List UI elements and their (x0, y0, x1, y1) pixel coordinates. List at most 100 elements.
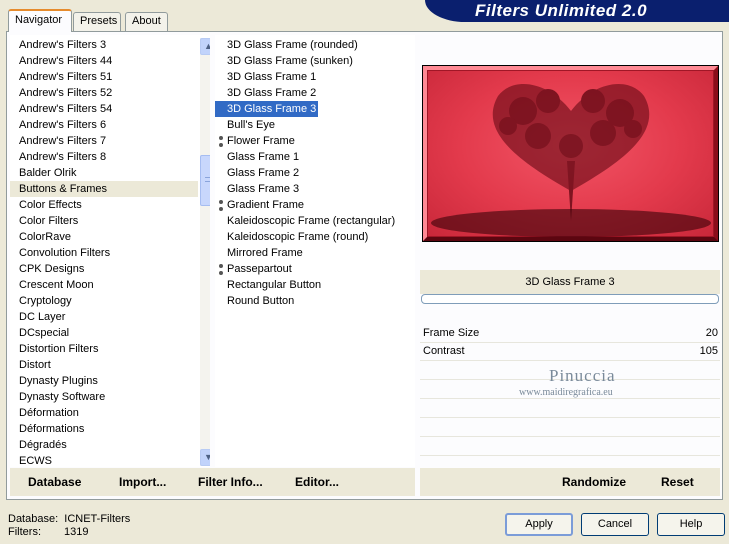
category-item[interactable]: Andrew's Filters 52 (10, 85, 198, 101)
import-button[interactable]: Import... (119, 475, 166, 489)
app-title-banner: Filters Unlimited 2.0 (425, 0, 729, 22)
category-item[interactable]: Convolution Filters (10, 245, 198, 261)
cancel-button[interactable]: Cancel (581, 513, 649, 536)
filter-item[interactable]: Bull's Eye (215, 117, 275, 133)
status-database-label: Database: (8, 513, 59, 525)
status-database: Database: ICNET-Filters (8, 513, 130, 525)
reset-button[interactable]: Reset (661, 475, 694, 489)
app-title: Filters Unlimited 2.0 (475, 1, 648, 20)
category-item[interactable]: ColorRave (10, 229, 198, 245)
filter-item[interactable]: Round Button (215, 293, 294, 309)
filter-item-label: Glass Frame 3 (227, 183, 300, 195)
category-item[interactable]: Color Filters (10, 213, 198, 229)
filter-item-label: Bull's Eye (227, 119, 275, 131)
filter-item[interactable]: Glass Frame 1 (215, 149, 299, 165)
filter-item[interactable]: Kaleidoscopic Frame (rectangular) (215, 213, 395, 229)
filter-item[interactable]: Passepartout (215, 261, 292, 277)
category-item[interactable]: Andrew's Filters 51 (10, 69, 198, 85)
category-item[interactable]: Balder Olrik (10, 165, 198, 181)
tab-navigator[interactable]: Navigator (8, 9, 72, 32)
filter-item-label: Glass Frame 1 (227, 151, 300, 163)
editor-button[interactable]: Editor... (295, 475, 339, 489)
status-database-value: ICNET-Filters (64, 513, 131, 525)
category-item[interactable]: Déformations (10, 421, 198, 437)
filter-item-label: Kaleidoscopic Frame (round) (227, 231, 369, 243)
filter-item[interactable]: Flower Frame (215, 133, 295, 149)
filter-item[interactable]: Mirrored Frame (215, 245, 303, 261)
filter-item-label: Glass Frame 2 (227, 167, 300, 179)
filter-item-label: 3D Glass Frame 1 (227, 71, 317, 83)
filter-item-label: 3D Glass Frame 2 (227, 87, 317, 99)
filter-item-label: 3D Glass Frame (sunken) (227, 55, 353, 67)
param-empty (420, 437, 720, 456)
filter-item[interactable]: Rectangular Button (215, 277, 321, 293)
filter-item-label: 3D Glass Frame (rounded) (227, 39, 358, 51)
category-item[interactable]: Andrew's Filters 3 (10, 37, 198, 53)
grip-icon (219, 136, 223, 147)
category-item[interactable]: Distort (10, 357, 198, 373)
tab-presets[interactable]: Presets (73, 12, 121, 31)
filter-item[interactable]: Glass Frame 2 (215, 165, 299, 181)
category-item[interactable]: CPK Designs (10, 261, 198, 277)
filter-item-label: Mirrored Frame (227, 247, 303, 259)
tab-about[interactable]: About (125, 12, 168, 31)
category-item[interactable]: Dégradés (10, 437, 198, 453)
filter-item-label: Flower Frame (227, 135, 295, 147)
category-item[interactable]: ECWS (10, 453, 198, 467)
filter-item-label: Gradient Frame (227, 199, 305, 211)
filter-item[interactable]: 3D Glass Frame (sunken) (215, 53, 353, 69)
database-button[interactable]: Database (28, 475, 81, 489)
scroll-thumb[interactable] (200, 155, 210, 206)
category-item[interactable]: Cryptology (10, 293, 198, 309)
category-item[interactable]: Distortion Filters (10, 341, 198, 357)
category-item[interactable]: DCspecial (10, 325, 198, 341)
apply-button[interactable]: Apply (505, 513, 573, 536)
param-frame-size[interactable]: Frame Size 20 (420, 325, 720, 343)
category-scrollbar[interactable]: ▲ ▼ (200, 38, 210, 466)
param-value: 20 (705, 327, 718, 339)
category-item[interactable]: Andrew's Filters 8 (10, 149, 198, 165)
randomize-button[interactable]: Randomize (562, 475, 626, 489)
category-item[interactable]: Andrew's Filters 54 (10, 101, 198, 117)
category-item[interactable]: Andrew's Filters 7 (10, 133, 198, 149)
filter-item[interactable]: 3D Glass Frame (rounded) (215, 37, 358, 53)
filter-info-button[interactable]: Filter Info... (198, 475, 263, 489)
param-empty (420, 418, 720, 437)
filter-item[interactable]: 3D Glass Frame 1 (215, 69, 316, 85)
category-item[interactable]: Crescent Moon (10, 277, 198, 293)
category-item[interactable]: Andrew's Filters 44 (10, 53, 198, 69)
watermark-url: www.maidiregrafica.eu (519, 387, 613, 398)
help-button[interactable]: Help (657, 513, 725, 536)
current-filter-name: 3D Glass Frame 3 (420, 270, 720, 294)
list-toolbar: Database Import... Filter Info... Editor… (10, 468, 415, 496)
category-item[interactable]: DC Layer (10, 309, 198, 325)
grip-icon (219, 200, 223, 211)
watermark-name: Pinuccia (549, 366, 616, 385)
param-toolbar: Randomize Reset (420, 468, 720, 496)
param-empty (420, 399, 720, 418)
filter-item[interactable]: 3D Glass Frame 3 (215, 101, 318, 117)
scroll-down-icon[interactable]: ▼ (200, 449, 210, 466)
progress-bar (421, 294, 719, 304)
category-item[interactable]: Andrew's Filters 6 (10, 117, 198, 133)
filter-item-label: Rectangular Button (227, 279, 322, 291)
category-item[interactable]: Buttons & Frames (10, 181, 198, 197)
param-name: Frame Size (423, 327, 480, 339)
status-filters: Filters: 1319 (8, 526, 88, 538)
filter-item[interactable]: Glass Frame 3 (215, 181, 299, 197)
filter-list[interactable]: 3D Glass Frame (rounded) 3D Glass Frame (… (215, 35, 415, 467)
category-item[interactable]: Dynasty Software (10, 389, 198, 405)
filter-item-label: Kaleidoscopic Frame (rectangular) (227, 215, 396, 227)
param-contrast[interactable]: Contrast 105 (420, 343, 720, 361)
filter-item[interactable]: 3D Glass Frame 2 (215, 85, 316, 101)
category-list[interactable]: Andrew's Filters 3 Andrew's Filters 44 And… (10, 35, 210, 467)
filter-item[interactable]: Gradient Frame (215, 197, 304, 213)
category-item[interactable]: Déformation (10, 405, 198, 421)
scroll-up-icon[interactable]: ▲ (200, 38, 210, 55)
filter-item-label: 3D Glass Frame 3 (227, 103, 317, 115)
param-value: 105 (699, 345, 718, 357)
preview-image (422, 65, 719, 242)
filter-item[interactable]: Kaleidoscopic Frame (round) (215, 229, 368, 245)
category-item[interactable]: Color Effects (10, 197, 198, 213)
category-item[interactable]: Dynasty Plugins (10, 373, 198, 389)
